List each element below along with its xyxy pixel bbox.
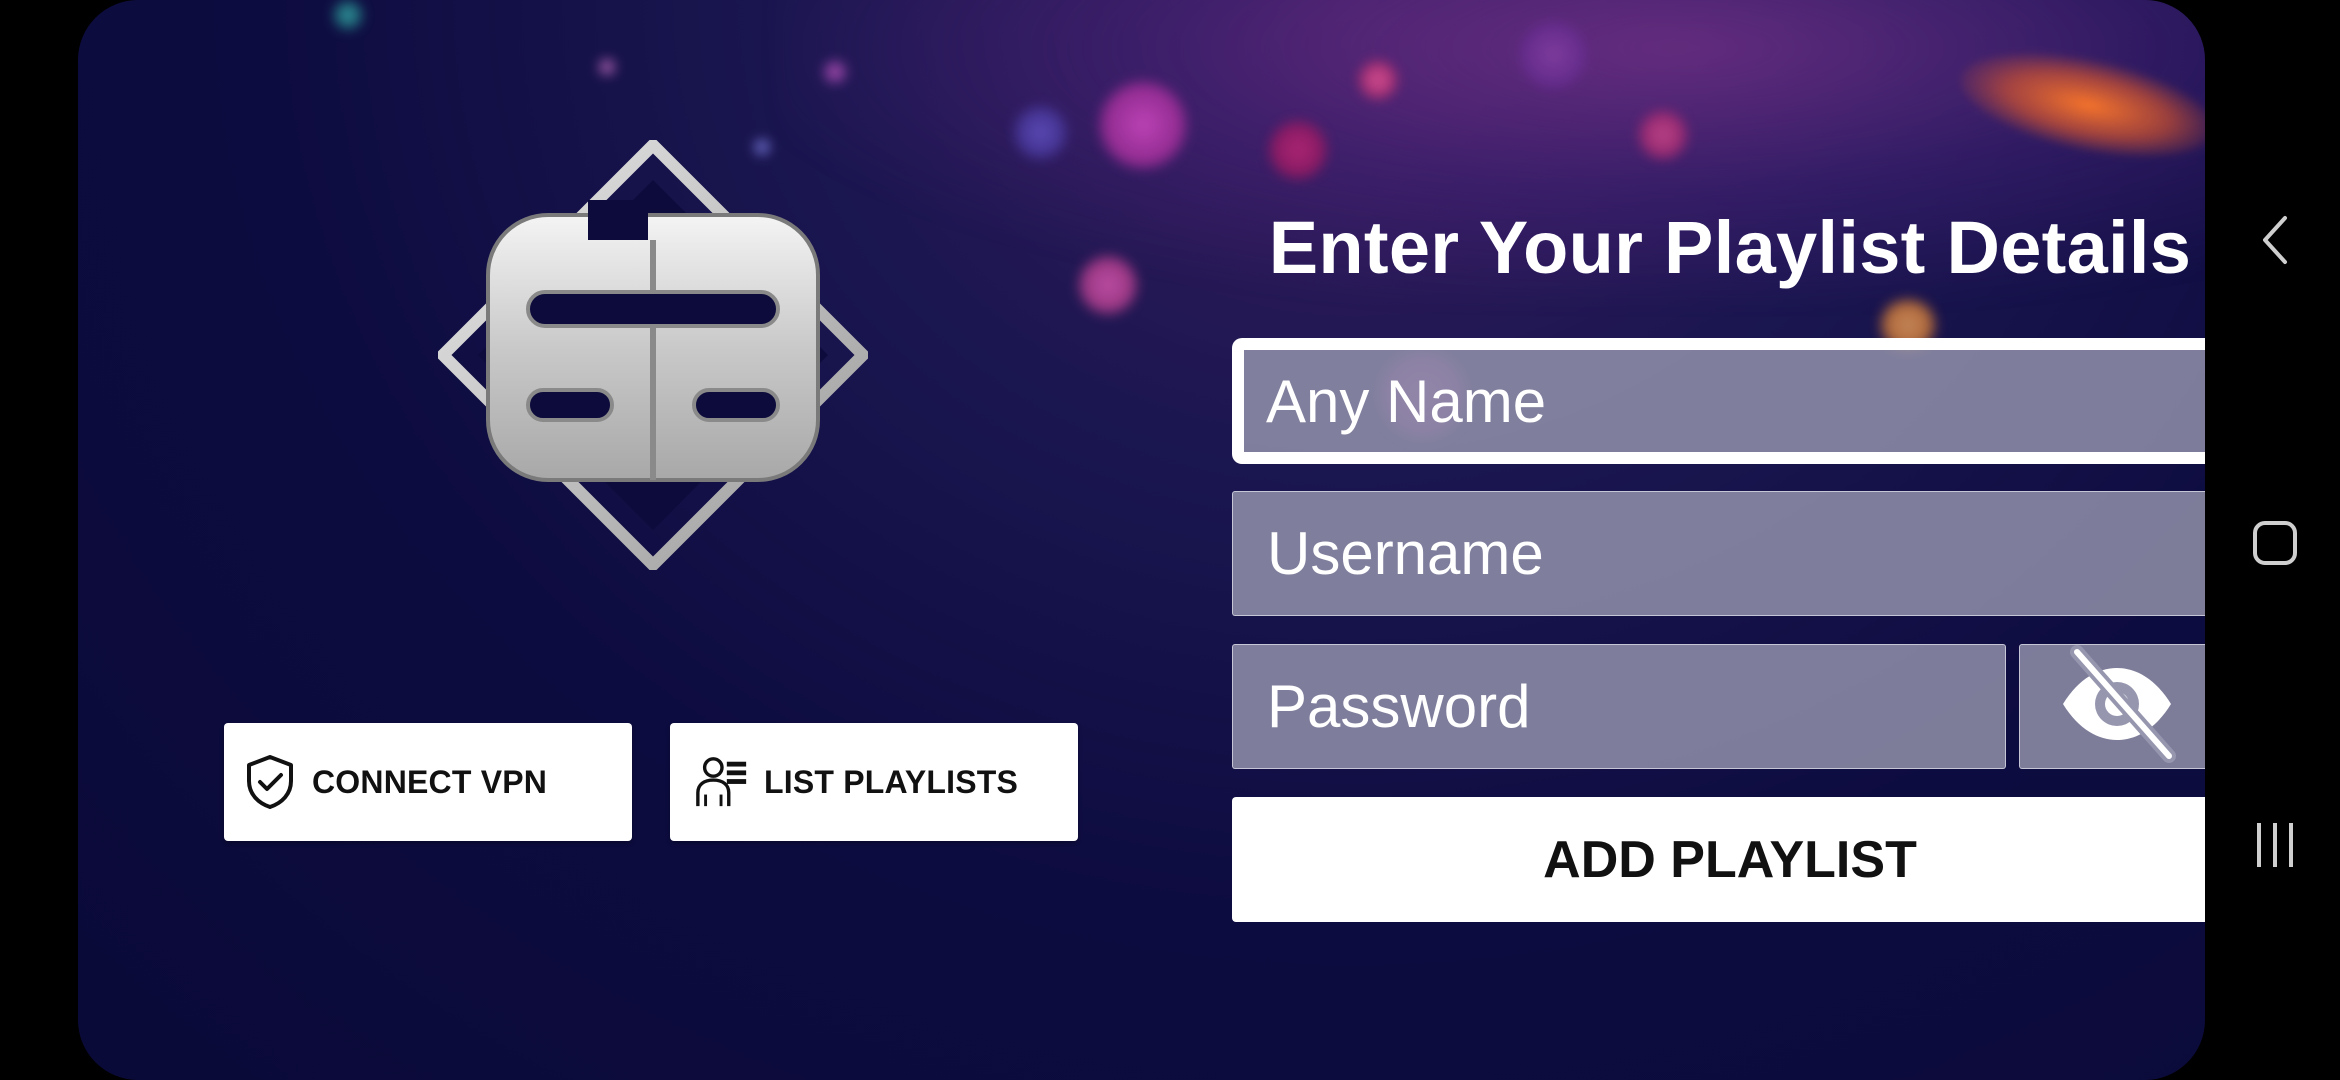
bokeh-light: [1013, 105, 1068, 160]
bokeh-light: [823, 60, 847, 84]
connect-vpn-button[interactable]: CONNECT VPN: [224, 723, 632, 841]
app-window: CONNECT VPN LIST PLAYLISTS Enter Your Pl…: [78, 0, 2205, 1080]
connect-vpn-label: CONNECT VPN: [312, 763, 548, 800]
bokeh-light: [1518, 20, 1588, 90]
eye-off-icon: [2057, 644, 2177, 769]
recents-icon[interactable]: [2245, 815, 2305, 875]
user-list-icon: [694, 754, 750, 810]
add-playlist-button[interactable]: ADD PLAYLIST: [1232, 797, 2205, 922]
add-playlist-label: ADD PLAYLIST: [1543, 830, 1917, 889]
back-icon[interactable]: [2245, 210, 2305, 270]
list-playlists-button[interactable]: LIST PLAYLISTS: [670, 723, 1078, 841]
password-input[interactable]: [1233, 645, 2005, 768]
bokeh-light: [598, 58, 616, 76]
app-logo: [438, 140, 868, 570]
bokeh-light: [1268, 120, 1328, 180]
password-field-container: [1232, 644, 2006, 769]
toggle-password-visibility-button[interactable]: [2019, 644, 2205, 769]
screen: CONNECT VPN LIST PLAYLISTS Enter Your Pl…: [0, 0, 2340, 1080]
shield-check-icon: [242, 754, 298, 810]
bokeh-light: [1638, 110, 1688, 160]
bokeh-light: [1078, 255, 1138, 315]
name-field-container: [1232, 338, 2205, 464]
bokeh-light: [333, 0, 363, 30]
username-field-container: [1232, 491, 2205, 616]
username-input[interactable]: [1233, 492, 2205, 615]
list-playlists-label: LIST PLAYLISTS: [764, 763, 1019, 800]
bokeh-light: [1098, 80, 1188, 170]
name-input[interactable]: [1244, 350, 2205, 452]
home-icon[interactable]: [2245, 513, 2305, 573]
bokeh-light: [1358, 60, 1398, 100]
form-title: Enter Your Playlist Details: [1268, 206, 2192, 289]
